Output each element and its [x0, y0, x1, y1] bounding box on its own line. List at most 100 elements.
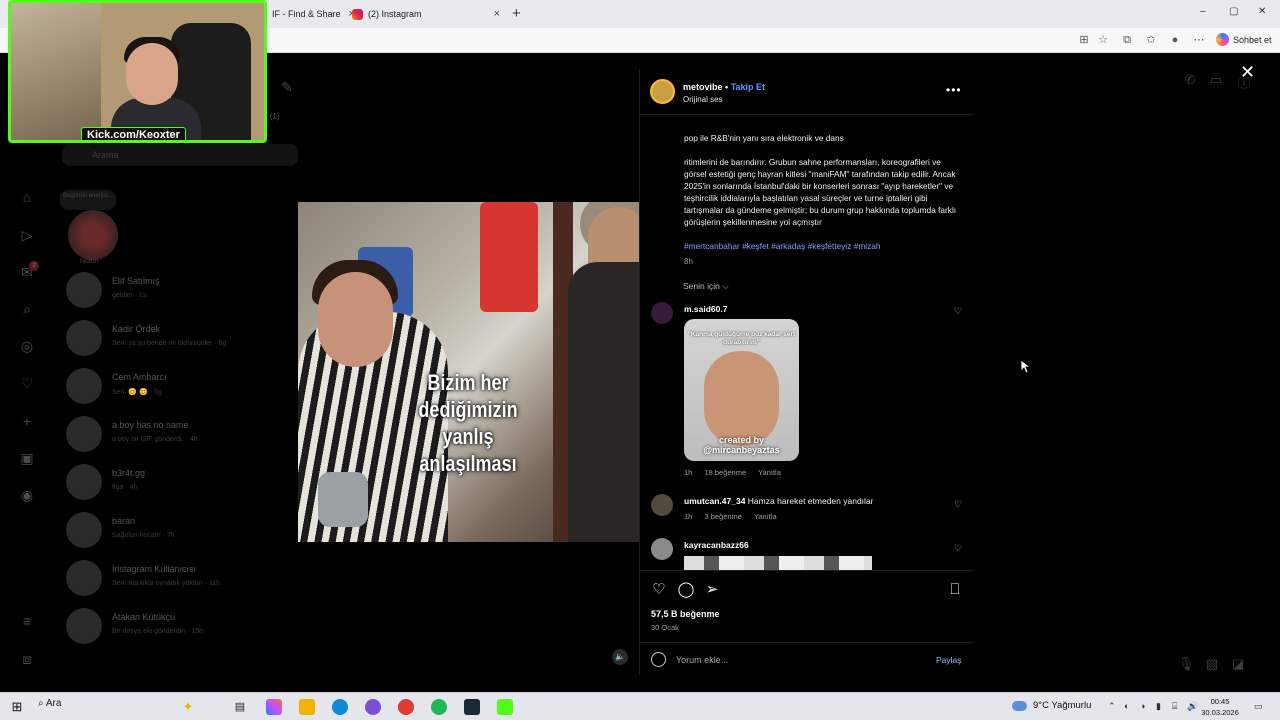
profile-icon[interactable]: ◉ [18, 486, 36, 504]
dm-search-input[interactable]: Arama [62, 144, 298, 166]
chrome-icon[interactable] [398, 699, 414, 715]
avatar[interactable] [651, 302, 673, 324]
avatar[interactable] [651, 538, 673, 560]
discord-icon[interactable] [365, 699, 381, 715]
avatar [66, 368, 102, 404]
dm-list-item[interactable]: b3r4t.gg flga · 4h [66, 460, 296, 508]
dm-list-item[interactable]: baran Sağolun hocam · 7h [66, 508, 296, 556]
dm-list-item[interactable]: a boy has no name a boy bir GIF gönderdi… [66, 412, 296, 460]
comment-like-icon[interactable]: ♡ [954, 306, 962, 317]
dm-list-item[interactable]: Elif Satılmış geldim · 1s [66, 268, 296, 316]
sticker-icon[interactable]: ◪ [1230, 656, 1246, 672]
like-count[interactable]: 57,5 B beğenme [651, 609, 720, 619]
comment-meta: 1h 18 beğenme Yanıtla [684, 468, 791, 477]
copilot-sparkle-icon[interactable]: ✦ [180, 699, 196, 715]
reply-button[interactable]: Yanıtla [754, 512, 777, 521]
battery-icon[interactable]: ▮ [1156, 701, 1161, 712]
mute-icon[interactable]: 🔈 [612, 649, 628, 665]
edge-icon[interactable] [332, 699, 348, 715]
profile-avatar-icon[interactable]: ● [1168, 33, 1182, 47]
apps-icon[interactable]: ⊞ [1077, 33, 1091, 47]
audio-label[interactable]: Orijinal ses [683, 95, 723, 104]
tab-instagram[interactable]: (2) Instagram × [346, 3, 506, 25]
reel-video[interactable]: Bizim her dediğimizin yanlış anlaşılması [298, 69, 639, 675]
search-icon[interactable]: ⌕ [18, 300, 36, 318]
home-icon[interactable]: ⌂ [18, 188, 36, 206]
comment-likes[interactable]: 3 beğenme [704, 512, 742, 521]
explore-icon[interactable]: ◎ [18, 337, 36, 355]
comment-likes[interactable]: 18 beğenme [704, 468, 746, 477]
emoji-icon[interactable] [651, 652, 666, 667]
save-icon[interactable]: ⎕ [946, 581, 964, 599]
task-view-icon[interactable]: ▤ [232, 699, 248, 715]
kick-icon[interactable] [497, 699, 513, 715]
avatar[interactable] [650, 79, 675, 104]
modal-close-icon[interactable]: ✕ [1240, 62, 1255, 83]
dm-list-item[interactable]: Kadir Ördek Sen: ya şu bende mi öldürsün… [66, 316, 296, 364]
copilot-app-icon[interactable] [266, 699, 282, 715]
network-icon[interactable]: ⌸ [1172, 701, 1177, 712]
microphone-icon[interactable]: 🎙 [1178, 656, 1195, 672]
comment-sort-dropdown[interactable]: Senin için ⌵ [683, 281, 729, 292]
search-icon: ⌕ [38, 698, 46, 709]
dashboard-icon[interactable]: ▣ [18, 449, 36, 467]
volume-icon[interactable]: 🔊 [1187, 701, 1198, 712]
copilot-button[interactable]: Sohbet et [1216, 33, 1272, 46]
heart-icon[interactable]: ♡ [18, 374, 36, 392]
comment-username[interactable]: m.said60.7 [684, 304, 727, 314]
like-icon[interactable]: ♡ [650, 581, 668, 599]
avatar[interactable] [651, 494, 673, 516]
tab-close-icon[interactable]: × [494, 8, 500, 20]
dm-list-item[interactable]: Instagram Kullanıcısı Sen: Karılıkla oyn… [66, 556, 296, 604]
chevron-up-icon[interactable]: ⌃ [1108, 701, 1116, 712]
new-tab-button[interactable]: + [512, 5, 521, 22]
extensions-icon[interactable]: ⧉ [1120, 33, 1134, 47]
note-avatar[interactable] [68, 210, 118, 260]
file-explorer-icon[interactable] [299, 699, 315, 715]
also-from-meta-icon[interactable]: ⧈ [18, 650, 36, 668]
more-options-icon[interactable]: ••• [946, 83, 962, 97]
notifications-icon[interactable]: ▭ [1254, 701, 1263, 712]
minimize-button[interactable]: – [1200, 6, 1206, 17]
avatar [66, 320, 102, 356]
tray-app-icon[interactable]: ◐ [1124, 701, 1129, 711]
avatar [66, 416, 102, 452]
image-icon[interactable]: ▨ [1204, 656, 1220, 672]
share-icon[interactable]: ➢ [703, 581, 721, 599]
reels-icon[interactable]: ▷ [18, 226, 36, 244]
post-comment-button[interactable]: Paylaş [936, 655, 962, 665]
create-icon[interactable]: + [18, 412, 36, 430]
new-message-icon[interactable]: ✎ [278, 78, 296, 96]
audio-call-icon[interactable]: ✆ [1182, 72, 1198, 88]
video-call-icon[interactable]: ▭ [1208, 72, 1224, 88]
avatar [66, 560, 102, 596]
comment-like-icon[interactable]: ♡ [954, 499, 962, 510]
windows-start-icon[interactable]: ⊞ [9, 699, 25, 715]
tray-app-icon[interactable]: ◑ [1140, 701, 1145, 711]
steam-icon[interactable] [464, 699, 480, 715]
gif-caption: "Kanma güldüğüme buz kadar sert durabili… [687, 331, 796, 346]
clock[interactable]: 00:45 30.03.2026 [1200, 696, 1240, 718]
more-menu-icon[interactable]: ⋯ [1192, 33, 1206, 47]
webcam-channel-label: Kick.com/Keoxter [81, 127, 186, 140]
comment-icon[interactable]: ◯ [677, 581, 695, 599]
comment-username[interactable]: umutcan.47_34 [684, 496, 745, 506]
dm-list-item[interactable]: Atakan Kütükçü Bir dosya eki gönderdin ·… [66, 604, 296, 652]
spotify-icon[interactable] [431, 699, 447, 715]
reply-button[interactable]: Yanıtla [758, 468, 781, 477]
menu-icon[interactable]: ≡ [18, 612, 36, 630]
notification-badge: 2 [29, 261, 39, 271]
taskbar-search[interactable]: ⌕ Ara [38, 698, 61, 709]
dm-list-item[interactable]: Cem Ambarcı Sen: 😊 😊 · 6g [66, 364, 296, 412]
follow-button[interactable]: Takip Et [731, 82, 765, 92]
close-window-button[interactable]: ✕ [1258, 6, 1266, 17]
comment-username[interactable]: kayracanbazz66 [684, 540, 749, 550]
comment-like-icon[interactable]: ♡ [954, 543, 962, 554]
post-hashtags[interactable]: #mertcanbahar #keşfet #arkadaş #keşfette… [684, 240, 964, 252]
maximize-button[interactable]: ▢ [1229, 6, 1238, 17]
favorites-icon[interactable]: ✩ [1144, 33, 1158, 47]
comment-input[interactable] [676, 652, 906, 668]
favorite-star-icon[interactable]: ☆ [1096, 33, 1110, 47]
post-username[interactable]: metovibe [683, 82, 723, 92]
weather-widget[interactable]: 9°C Yağmurlu [1012, 700, 1091, 711]
